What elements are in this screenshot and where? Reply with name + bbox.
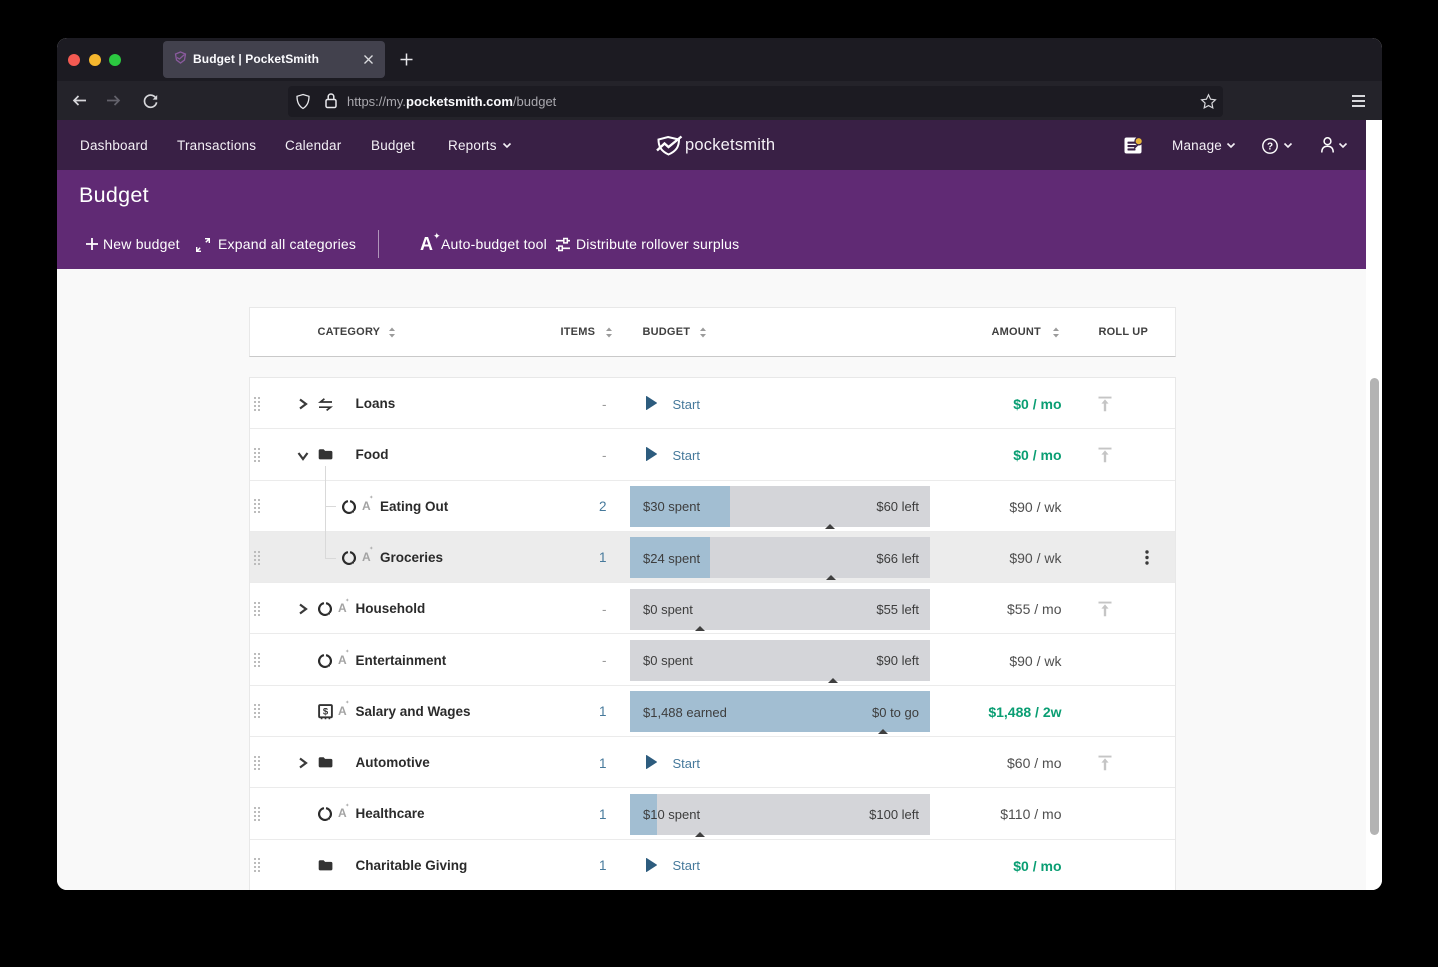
svg-text:?: ? [1267,141,1273,152]
svg-text:$: $ [322,706,328,717]
